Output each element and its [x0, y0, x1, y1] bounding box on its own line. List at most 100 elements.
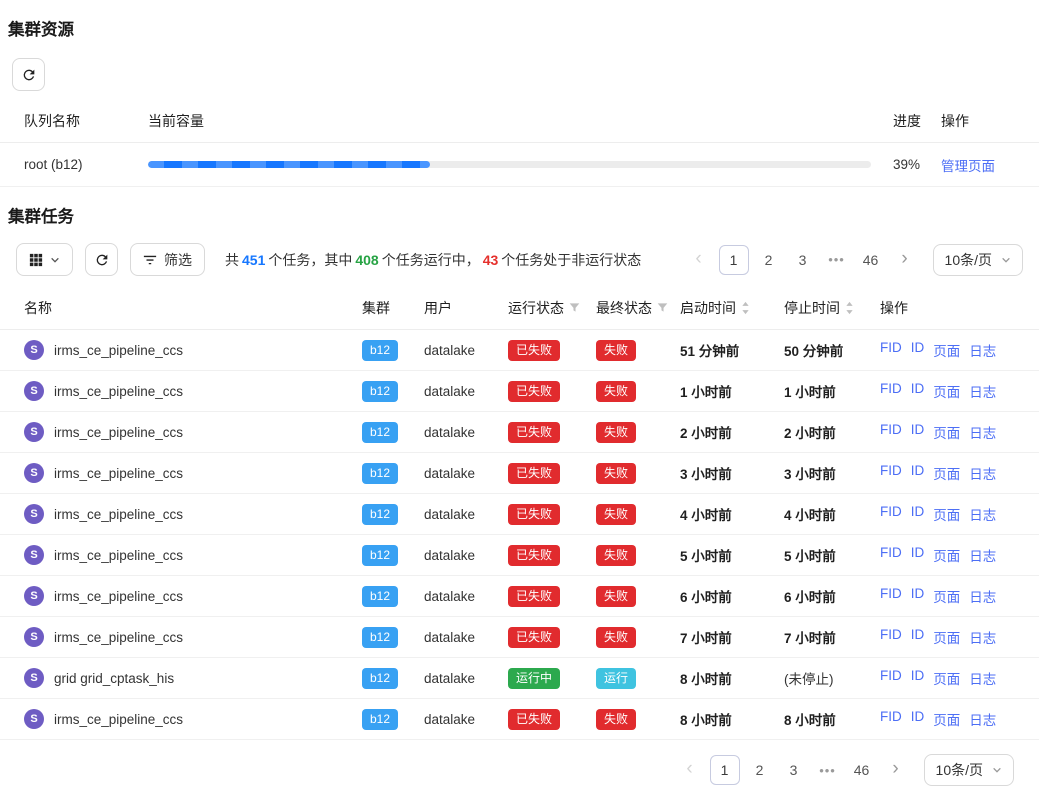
page-size-value: 10条/页	[945, 250, 992, 270]
page-button-1[interactable]: 1	[719, 245, 749, 275]
page-link[interactable]: 页面	[933, 381, 960, 401]
pagination-top: ‹ 1 2 3 ••• 46 › 10条/页	[685, 244, 1023, 276]
id-link[interactable]: ID	[911, 381, 925, 401]
fid-link[interactable]: FID	[880, 627, 902, 647]
cluster-badge: b12	[362, 504, 398, 525]
log-link[interactable]: 日志	[969, 504, 996, 524]
final-status-badge: 失败	[596, 504, 636, 525]
stop-time: (未停止)	[784, 668, 880, 688]
log-link[interactable]: 日志	[969, 545, 996, 565]
next-page-button[interactable]: ›	[891, 246, 919, 274]
log-link[interactable]: 日志	[969, 709, 996, 729]
final-status-badge: 失败	[596, 545, 636, 566]
next-page-button[interactable]: ›	[882, 756, 910, 784]
prev-page-button[interactable]: ‹	[685, 246, 713, 274]
prev-page-button[interactable]: ‹	[676, 756, 704, 784]
tasks-table-header: 名称 集群 用户 运行状态 最终状态 启动时间	[0, 286, 1039, 330]
page-link[interactable]: 页面	[933, 668, 960, 688]
layout-switch-button[interactable]	[16, 243, 73, 276]
avatar: S	[24, 422, 44, 442]
stop-time: 5 小时前	[784, 545, 880, 565]
stop-time-sort-icon[interactable]	[845, 301, 854, 315]
page-button-1[interactable]: 1	[710, 755, 740, 785]
log-link[interactable]: 日志	[969, 586, 996, 606]
start-time: 51 分钟前	[680, 340, 784, 360]
run-status-badge: 已失败	[508, 545, 560, 566]
task-name: grid grid_cptask_his	[54, 671, 174, 686]
page-button-46[interactable]: 46	[857, 246, 885, 274]
start-time-sort-icon[interactable]	[741, 301, 750, 315]
pagination-ellipsis: •••	[814, 756, 842, 784]
task-name: irms_ce_pipeline_ccs	[54, 507, 183, 522]
page-link[interactable]: 页面	[933, 422, 960, 442]
nonrunning-tasks-count: 43	[483, 252, 499, 268]
user-cell: datalake	[424, 466, 508, 481]
page-button-2[interactable]: 2	[755, 246, 783, 274]
fid-link[interactable]: FID	[880, 381, 902, 401]
page-size-select[interactable]: 10条/页	[933, 244, 1023, 276]
stop-time: 7 小时前	[784, 627, 880, 647]
page-link[interactable]: 页面	[933, 627, 960, 647]
fid-link[interactable]: FID	[880, 504, 902, 524]
page-button-3[interactable]: 3	[789, 246, 817, 274]
id-link[interactable]: ID	[911, 627, 925, 647]
run-status-badge: 已失败	[508, 709, 560, 730]
page-button-46[interactable]: 46	[848, 756, 876, 784]
fid-link[interactable]: FID	[880, 709, 902, 729]
start-time: 5 小时前	[680, 545, 784, 565]
page-link[interactable]: 页面	[933, 463, 960, 483]
page-button-3[interactable]: 3	[780, 756, 808, 784]
page-link[interactable]: 页面	[933, 545, 960, 565]
stop-time: 50 分钟前	[784, 340, 880, 360]
id-link[interactable]: ID	[911, 340, 925, 360]
page-link[interactable]: 页面	[933, 504, 960, 524]
resources-refresh-button[interactable]	[12, 58, 45, 91]
start-time: 8 小时前	[680, 709, 784, 729]
page-link[interactable]: 页面	[933, 709, 960, 729]
resources-section-title: 集群资源	[8, 16, 1031, 40]
start-time: 3 小时前	[680, 463, 784, 483]
log-link[interactable]: 日志	[969, 668, 996, 688]
user-cell: datalake	[424, 384, 508, 399]
tasks-refresh-button[interactable]	[85, 243, 118, 276]
stop-time-header: 停止时间	[784, 298, 880, 318]
run-status-filter-icon[interactable]	[569, 302, 580, 313]
task-name: irms_ce_pipeline_ccs	[54, 384, 183, 399]
id-link[interactable]: ID	[911, 504, 925, 524]
id-link[interactable]: ID	[911, 545, 925, 565]
start-time: 2 小时前	[680, 422, 784, 442]
run-status-badge: 已失败	[508, 340, 560, 361]
page-button-2[interactable]: 2	[746, 756, 774, 784]
avatar: S	[24, 340, 44, 360]
page-link[interactable]: 页面	[933, 586, 960, 606]
avatar: S	[24, 586, 44, 606]
log-link[interactable]: 日志	[969, 627, 996, 647]
filter-button[interactable]: 筛选	[130, 243, 205, 276]
log-link[interactable]: 日志	[969, 422, 996, 442]
page-link[interactable]: 页面	[933, 340, 960, 360]
start-time: 4 小时前	[680, 504, 784, 524]
id-link[interactable]: ID	[911, 463, 925, 483]
task-name: irms_ce_pipeline_ccs	[54, 466, 183, 481]
log-link[interactable]: 日志	[969, 340, 996, 360]
fid-link[interactable]: FID	[880, 586, 902, 606]
fid-link[interactable]: FID	[880, 545, 902, 565]
tasks-actions-header: 操作	[880, 298, 1015, 318]
manage-page-link[interactable]: 管理页面	[941, 159, 995, 174]
id-link[interactable]: ID	[911, 668, 925, 688]
capacity-header: 当前容量	[148, 111, 893, 131]
fid-link[interactable]: FID	[880, 422, 902, 442]
log-link[interactable]: 日志	[969, 381, 996, 401]
final-status-filter-icon[interactable]	[657, 302, 668, 313]
id-link[interactable]: ID	[911, 586, 925, 606]
fid-link[interactable]: FID	[880, 340, 902, 360]
log-link[interactable]: 日志	[969, 463, 996, 483]
id-link[interactable]: ID	[911, 709, 925, 729]
id-link[interactable]: ID	[911, 422, 925, 442]
task-name: irms_ce_pipeline_ccs	[54, 425, 183, 440]
avatar: S	[24, 545, 44, 565]
fid-link[interactable]: FID	[880, 463, 902, 483]
fid-link[interactable]: FID	[880, 668, 902, 688]
stop-time: 8 小时前	[784, 709, 880, 729]
page-size-select[interactable]: 10条/页	[924, 754, 1014, 786]
